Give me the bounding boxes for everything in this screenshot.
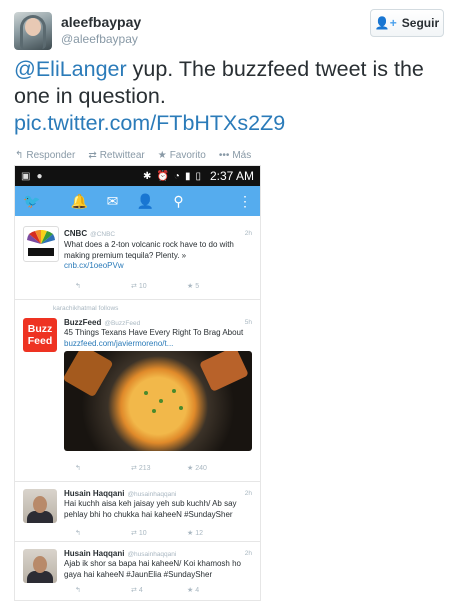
tweet-author[interactable]: Husain Haqqani @husainhaqqani (64, 549, 176, 558)
more-action[interactable]: ••• Más (219, 150, 251, 161)
signal-icon: ▮ (184, 170, 191, 182)
favorite-count[interactable]: ★ 12 (187, 529, 243, 537)
tweet-time: 2h (244, 550, 252, 557)
herb (144, 391, 148, 395)
tweet-text: What does a 2-ton volcanic rock have to … (64, 240, 234, 270)
favorite-label: Favorito (169, 150, 206, 161)
follows-context: karachikhatmal follows (53, 305, 119, 312)
reply-icon[interactable]: ↰ (75, 529, 131, 537)
herb (179, 406, 183, 410)
tweet-time: 2h (244, 490, 252, 497)
retweet-count[interactable]: ⇄ 10 (131, 282, 187, 290)
tweet-actions: ↰ ⇄ 10 ★ 12 (75, 529, 243, 537)
herb (159, 399, 163, 403)
tweet-time: 5h (244, 319, 252, 326)
tweet-author[interactable]: CNBC @CNBC (64, 229, 115, 238)
tweet-author[interactable]: BuzzFeed @BuzzFeed (64, 318, 140, 327)
tortilla-chip (199, 351, 249, 392)
avatar (23, 549, 57, 583)
mention-link[interactable]: @EliLanger (14, 57, 127, 81)
reply-icon: ↰ (15, 150, 24, 161)
cnbc-logo (23, 226, 59, 262)
tweet-photo[interactable] (64, 351, 252, 451)
favorite-count[interactable]: ★ 5 (187, 282, 243, 290)
timeline-tweet[interactable]: Husain Haqqani @husainhaqqani 2h Ajab ik … (15, 542, 260, 600)
messages-icon[interactable]: ✉ (96, 193, 129, 210)
herb (152, 409, 156, 413)
retweet-action[interactable]: ⇄ Retwittear (88, 150, 144, 161)
embedded-screenshot[interactable]: ▣ ● ✱ ⏰ ◔ ▮ ▯ 2:37 AM 🐦 🔔 ✉ 👤 ⚲ ⋮ CNBC @… (14, 165, 261, 601)
tweet-text: Ajab ik shor sa bapa hai kaheeN/ Koi kha… (64, 559, 241, 579)
follow-button[interactable]: 👤+ Seguir (370, 9, 444, 37)
retweet-count[interactable]: ⇄ 10 (131, 529, 187, 537)
tweet-text: @EliLanger yup. The buzzfeed tweet is th… (14, 56, 444, 137)
user-plus-icon: 👤+ (374, 16, 397, 30)
timeline-tweet[interactable]: CNBC @CNBC 2h What does a 2-ton volcanic … (15, 216, 260, 300)
wifi-icon: ◔ (173, 170, 180, 182)
reply-icon[interactable]: ↰ (75, 464, 131, 472)
tweet-actions: ↰ ⇄ 10 ★ 5 (75, 282, 243, 290)
favorite-count[interactable]: ★ 240 (187, 464, 243, 472)
notifications-icon[interactable]: 🔔 (63, 193, 96, 210)
timeline-tweet[interactable]: Husain Haqqani @husainhaqqani 2h Hai kuch… (15, 482, 260, 542)
favorite-count[interactable]: ★ 4 (187, 586, 243, 594)
avatar (23, 489, 57, 523)
retweet-count[interactable]: ⇄ 4 (131, 586, 187, 594)
more-label: Más (232, 150, 252, 161)
pic-link[interactable]: pic.twitter.com/FTbHTXs2Z9 (14, 111, 285, 135)
follow-label: Seguir (401, 16, 440, 30)
tweet-actions: ↰ ⇄ 4 ★ 4 (75, 586, 243, 594)
tweet-link[interactable]: cnb.cx/1oeoPVw (64, 261, 124, 270)
buzzfeed-logo: Buzz Feed (23, 318, 57, 352)
retweet-label: Retwittear (99, 150, 145, 161)
tweet-text: Hai kuchh aisa keh jaisay yeh sub kuchh/… (64, 499, 237, 519)
reply-action[interactable]: ↰ Responder (15, 150, 75, 161)
more-dots-icon: ••• (218, 150, 230, 161)
tweet-actions: ↰ ⇄ 213 ★ 240 (75, 464, 243, 472)
avatar[interactable] (14, 12, 52, 50)
user-name[interactable]: aleefbaypay (61, 14, 141, 30)
herb (172, 389, 176, 393)
tweet-author[interactable]: Husain Haqqani @husainhaqqani (64, 489, 176, 498)
image-icon: ▣ (21, 170, 31, 182)
avatar-face (25, 18, 41, 36)
tweet-link[interactable]: buzzfeed.com/javiermoreno/t... (64, 339, 173, 348)
tortilla-chip (64, 351, 114, 398)
bluetooth-icon: ✱ (143, 170, 152, 182)
android-icon: ● (36, 170, 43, 182)
alarm-icon: ⏰ (156, 170, 169, 182)
star-icon: ★ (157, 150, 167, 161)
twitter-bird-icon[interactable]: 🐦 (23, 193, 63, 210)
timeline-tweet[interactable]: karachikhatmal follows Buzz Feed BuzzFeed… (15, 300, 260, 482)
status-time: 2:37 AM (209, 169, 254, 183)
search-icon[interactable]: ⚲ (162, 193, 195, 210)
retweet-icon: ⇄ (88, 150, 97, 161)
add-user-icon[interactable]: 👤 (129, 193, 162, 210)
retweet-count[interactable]: ⇄ 213 (131, 464, 187, 472)
tweet-time: 2h (244, 230, 252, 237)
status-bar: ▣ ● ✱ ⏰ ◔ ▮ ▯ 2:37 AM (15, 166, 260, 186)
user-handle[interactable]: @aleefbaypay (61, 32, 138, 46)
reply-icon[interactable]: ↰ (75, 282, 131, 290)
reply-label: Responder (26, 150, 76, 161)
reply-icon[interactable]: ↰ (75, 586, 131, 594)
app-bar: 🐦 🔔 ✉ 👤 ⚲ ⋮ (15, 186, 260, 216)
tweet-header: aleefbaypay @aleefbaypay 👤+ Seguir (14, 9, 446, 52)
more-icon[interactable]: ⋮ (238, 193, 252, 210)
tweet-actions: ↰ Responder ⇄ Retwittear ★ Favorito ••• Más (15, 150, 251, 161)
favorite-action[interactable]: ★ Favorito (158, 150, 206, 161)
battery-icon: ▯ (195, 170, 201, 182)
tweet-text: 45 Things Texans Have Every Right To Bra… (64, 328, 244, 348)
